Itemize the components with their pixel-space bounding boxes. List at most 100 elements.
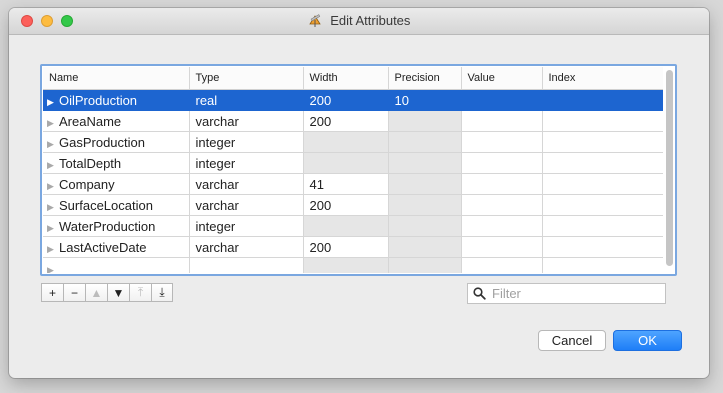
cell-precision[interactable]: [388, 236, 462, 258]
cell-value[interactable]: [461, 110, 543, 132]
disclosure-triangle-icon[interactable]: ▶: [47, 223, 59, 234]
add-row-button[interactable]: +: [41, 283, 63, 302]
column-header-name[interactable]: Name: [43, 67, 190, 90]
cell-precision[interactable]: [388, 257, 462, 273]
cell-width[interactable]: [303, 215, 389, 237]
search-icon: [468, 287, 490, 300]
table-row[interactable]: ▶ LastActiveDate varchar 200: [43, 236, 663, 258]
cell-precision[interactable]: 10: [388, 89, 462, 111]
table-row[interactable]: ▶ AreaName varchar 200: [43, 110, 663, 132]
ok-button[interactable]: OK: [613, 330, 682, 351]
cell-precision[interactable]: [388, 152, 462, 174]
table-row[interactable]: ▶ Company varchar 41: [43, 173, 663, 195]
table-row[interactable]: ▶ SurfaceLocation varchar 200: [43, 194, 663, 216]
cell-name[interactable]: ▶ Company: [43, 173, 190, 195]
table-row[interactable]: ▶ OilProduction real 200 10: [43, 89, 663, 111]
cell-type[interactable]: varchar: [189, 110, 304, 132]
title-bar[interactable]: Edit Attributes: [9, 8, 709, 35]
disclosure-triangle-icon[interactable]: ▶: [47, 181, 59, 192]
cell-index[interactable]: [542, 89, 663, 111]
cell-value[interactable]: [461, 131, 543, 153]
cell-precision[interactable]: [388, 173, 462, 195]
cell-name[interactable]: ▶: [43, 257, 190, 274]
cell-name[interactable]: ▶ TotalDepth: [43, 152, 190, 174]
cell-type[interactable]: varchar: [189, 236, 304, 258]
table-row[interactable]: ▶: [43, 257, 663, 274]
cell-type[interactable]: varchar: [189, 173, 304, 195]
cell-value[interactable]: [461, 215, 543, 237]
table-row[interactable]: ▶ TotalDepth integer: [43, 152, 663, 174]
disclosure-triangle-icon[interactable]: ▶: [47, 160, 59, 171]
attribute-name: AreaName: [59, 113, 122, 129]
cell-value[interactable]: [461, 89, 543, 111]
cell-precision[interactable]: [388, 131, 462, 153]
cell-name[interactable]: ▶ AreaName: [43, 110, 190, 132]
cell-type[interactable]: integer: [189, 131, 304, 153]
cell-index[interactable]: [542, 152, 663, 174]
edit-attributes-tool-icon: [308, 13, 323, 31]
edit-attributes-dialog: Edit Attributes Name Type Width Precisio…: [9, 8, 709, 378]
table-row[interactable]: ▶ WaterProduction integer: [43, 215, 663, 237]
table-scrollbar[interactable]: [666, 70, 673, 266]
cell-width[interactable]: [303, 257, 389, 273]
window-title: Edit Attributes: [330, 13, 411, 28]
window-title-group: Edit Attributes: [9, 13, 709, 31]
cell-index[interactable]: [542, 215, 663, 237]
disclosure-triangle-icon[interactable]: ▶: [47, 265, 59, 274]
column-header-index[interactable]: Index: [542, 67, 663, 90]
disclosure-triangle-icon[interactable]: ▶: [47, 118, 59, 129]
disclosure-triangle-icon[interactable]: ▶: [47, 202, 59, 213]
column-header-value[interactable]: Value: [461, 67, 543, 90]
cell-index[interactable]: [542, 131, 663, 153]
table-row[interactable]: ▶ GasProduction integer: [43, 131, 663, 153]
cell-name[interactable]: ▶ GasProduction: [43, 131, 190, 153]
column-header-type[interactable]: Type: [189, 67, 304, 90]
cell-index[interactable]: [542, 110, 663, 132]
cell-width[interactable]: 41: [303, 173, 389, 195]
cell-name[interactable]: ▶ WaterProduction: [43, 215, 190, 237]
cell-type[interactable]: integer: [189, 215, 304, 237]
cell-precision[interactable]: [388, 215, 462, 237]
table-header-row: Name Type Width Precision Value Index: [43, 67, 663, 90]
cell-index[interactable]: [542, 257, 663, 273]
cell-index[interactable]: [542, 194, 663, 216]
cell-name[interactable]: ▶ LastActiveDate: [43, 236, 190, 258]
cell-value[interactable]: [461, 194, 543, 216]
cell-value[interactable]: [461, 173, 543, 195]
filter-field[interactable]: [467, 283, 666, 304]
move-up-button[interactable]: ▲: [85, 283, 107, 302]
cell-width[interactable]: 200: [303, 89, 389, 111]
cell-value[interactable]: [461, 152, 543, 174]
cancel-button[interactable]: Cancel: [538, 330, 606, 351]
cell-value[interactable]: [461, 257, 543, 273]
disclosure-triangle-icon[interactable]: ▶: [47, 139, 59, 150]
attribute-name: WaterProduction: [59, 218, 156, 234]
cell-name[interactable]: ▶ SurfaceLocation: [43, 194, 190, 216]
cell-precision[interactable]: [388, 110, 462, 132]
cell-type[interactable]: varchar: [189, 194, 304, 216]
cell-type[interactable]: [189, 257, 304, 273]
disclosure-triangle-icon[interactable]: ▶: [47, 244, 59, 255]
cell-width[interactable]: 200: [303, 236, 389, 258]
cell-width[interactable]: 200: [303, 110, 389, 132]
disclosure-triangle-icon[interactable]: ▶: [47, 97, 59, 108]
move-down-button[interactable]: ▼: [107, 283, 129, 302]
attributes-table[interactable]: Name Type Width Precision Value Index ▶ O…: [40, 64, 677, 276]
cell-width[interactable]: [303, 152, 389, 174]
move-to-top-button[interactable]: ⤒: [129, 283, 151, 302]
attribute-name: SurfaceLocation: [59, 197, 153, 213]
cell-type[interactable]: real: [189, 89, 304, 111]
move-to-bottom-button[interactable]: ⤓: [151, 283, 173, 302]
filter-input[interactable]: [490, 285, 664, 302]
cell-width[interactable]: 200: [303, 194, 389, 216]
cell-width[interactable]: [303, 131, 389, 153]
column-header-width[interactable]: Width: [303, 67, 389, 90]
cell-type[interactable]: integer: [189, 152, 304, 174]
cell-precision[interactable]: [388, 194, 462, 216]
cell-value[interactable]: [461, 236, 543, 258]
cell-index[interactable]: [542, 236, 663, 258]
remove-row-button[interactable]: −: [63, 283, 85, 302]
column-header-precision[interactable]: Precision: [388, 67, 462, 90]
cell-name[interactable]: ▶ OilProduction: [43, 89, 190, 111]
cell-index[interactable]: [542, 173, 663, 195]
